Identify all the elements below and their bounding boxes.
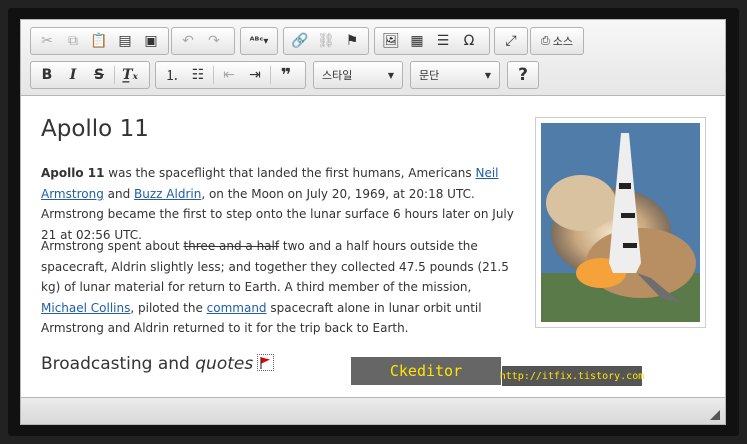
scissors-icon: ✂	[41, 33, 53, 49]
indent-button[interactable]: ⇥	[242, 64, 268, 86]
omega-icon: Ω	[463, 33, 475, 49]
flag-icon: ⚑	[345, 33, 359, 49]
paragraph-intro: Apollo 11 was the spaceflight that lande…	[41, 163, 519, 245]
style-combo-label: 스타일	[322, 69, 353, 82]
copy-button[interactable]: ⧉	[60, 30, 86, 52]
link-icon: 🔗	[291, 33, 309, 49]
redo-button[interactable]: ↷	[201, 30, 227, 52]
basicstyles-group: B I S T̲ₓ	[30, 61, 150, 89]
separator	[213, 66, 214, 84]
italic-text: quotes	[195, 354, 254, 374]
source-group: ⎙ 소스	[530, 27, 584, 55]
link-michael-collins[interactable]: Michael Collins	[41, 301, 130, 315]
page-title: Apollo 11	[41, 116, 149, 142]
blockquote-button[interactable]: ❞	[273, 64, 299, 86]
paste-word-button[interactable]: ▣	[138, 30, 164, 52]
chevron-down-icon: ▼	[484, 70, 491, 80]
undo-group: ↶ ↷	[171, 27, 235, 55]
indent-icon: ⇥	[249, 67, 261, 83]
separator	[270, 66, 271, 84]
help-group: ?	[507, 61, 539, 89]
bold-text: Apollo 11	[41, 166, 105, 180]
strikethrough-text: three and a half	[183, 239, 280, 253]
image-icon: 🖼	[382, 33, 400, 49]
text-run: was the spaceflight that landed the firs…	[104, 166, 476, 180]
watermark-url: http://itfix.tistory.com	[500, 366, 644, 386]
text-run: and	[103, 186, 135, 201]
insert-group: 🖼 ▦ ☰ Ω	[374, 27, 490, 55]
maximize-group: ⤢	[494, 27, 528, 55]
clipboard-icon: 📋	[90, 33, 108, 49]
horizontal-rule-icon: ☰	[436, 33, 450, 49]
italic-label: I	[69, 67, 77, 83]
italic-button[interactable]: I	[60, 64, 86, 86]
copy-icon: ⧉	[68, 33, 78, 49]
remove-format-button[interactable]: T̲ₓ	[117, 64, 143, 86]
outdent-icon: ⇤	[223, 67, 235, 83]
paste-text-button[interactable]: ▤	[112, 30, 138, 52]
help-button[interactable]: ?	[511, 64, 535, 86]
link-buzz-aldrin[interactable]: Buzz Aldrin	[134, 187, 201, 201]
link-group: 🔗 ⛓ ⚑	[283, 27, 369, 55]
link-command[interactable]: command	[207, 301, 267, 315]
numbered-list-button[interactable]: ⒈	[159, 64, 185, 86]
paragraph-second: Armstrong spent about three and a half t…	[41, 236, 519, 339]
watermark-badge: Ckeditor	[351, 357, 501, 385]
bold-button[interactable]: B	[34, 64, 60, 86]
undo-button[interactable]: ↶	[175, 30, 201, 52]
anchor-button[interactable]: ⚑	[339, 30, 365, 52]
bulleted-list-icon: ☷	[191, 67, 205, 83]
status-bar	[21, 397, 725, 424]
bulleted-list-button[interactable]: ☷	[185, 64, 211, 86]
horizontal-rule-button[interactable]: ☰	[430, 30, 456, 52]
link-button[interactable]: 🔗	[287, 30, 313, 52]
clipboard-group: ✂ ⧉ 📋 ▤ ▣	[30, 27, 169, 55]
red-flag-icon	[260, 356, 271, 369]
text-run: Armstrong spent about	[41, 239, 184, 253]
toolbar: ✂ ⧉ 📋 ▤ ▣ ↶ ↷ ᴬᴮᶜ▾ 🔗 ⛓ ⚑ 🖼 ▦ ☰ Ω ⤢ ⎙ 소스 …	[21, 20, 725, 96]
separator	[114, 66, 115, 84]
format-combo[interactable]: 문단 ▼	[410, 61, 500, 89]
source-button[interactable]: ⎙ 소스	[534, 30, 580, 52]
help-label: ?	[518, 65, 528, 85]
numbered-list-icon: ⒈	[165, 68, 179, 84]
source-icon: ⎙	[540, 34, 550, 47]
spellcheck-group: ᴬᴮᶜ▾	[240, 27, 278, 55]
text-run: Broadcasting and	[41, 354, 196, 374]
table-icon: ▦	[410, 33, 424, 49]
maximize-icon: ⤢	[505, 33, 517, 49]
unlink-button[interactable]: ⛓	[313, 30, 339, 52]
rocket-launch-photo	[541, 123, 700, 322]
unlink-icon: ⛓	[317, 33, 335, 49]
strike-label: S	[93, 67, 105, 83]
special-char-button[interactable]: Ω	[456, 30, 482, 52]
outdent-button[interactable]: ⇤	[216, 64, 242, 86]
editing-area[interactable]: Apollo 11 Apollo 11 was the spaceflight …	[21, 96, 725, 397]
remove-format-icon: T̲ₓ	[122, 67, 138, 83]
strike-button[interactable]: S	[86, 64, 112, 86]
spellcheck-icon: ᴬᴮᶜ▾	[249, 35, 269, 47]
clipboard-word-icon: ▣	[144, 33, 158, 49]
redo-icon: ↷	[208, 33, 220, 49]
resize-handle-icon[interactable]	[710, 410, 720, 420]
paste-button[interactable]: 📋	[86, 30, 112, 52]
table-button[interactable]: ▦	[404, 30, 430, 52]
clipboard-text-icon: ▤	[118, 33, 132, 49]
text-run: , piloted the	[130, 300, 207, 315]
cut-button[interactable]: ✂	[34, 30, 60, 52]
list-group: ⒈ ☷ ⇤ ⇥ ❞	[155, 61, 306, 89]
undo-icon: ↶	[182, 33, 194, 49]
style-combo[interactable]: 스타일 ▼	[313, 61, 403, 89]
apollo-image[interactable]	[535, 117, 706, 328]
quote-icon: ❞	[280, 64, 292, 86]
image-button[interactable]: 🖼	[378, 30, 404, 52]
maximize-button[interactable]: ⤢	[498, 30, 524, 52]
anchor-marker[interactable]	[257, 353, 275, 371]
spellcheck-button[interactable]: ᴬᴮᶜ▾	[244, 30, 274, 52]
chevron-down-icon: ▼	[387, 70, 394, 80]
source-label: 소스	[552, 35, 574, 48]
subheading: Broadcasting and quotes	[41, 353, 275, 374]
bold-label: B	[41, 67, 53, 83]
format-combo-label: 문단	[419, 69, 440, 82]
